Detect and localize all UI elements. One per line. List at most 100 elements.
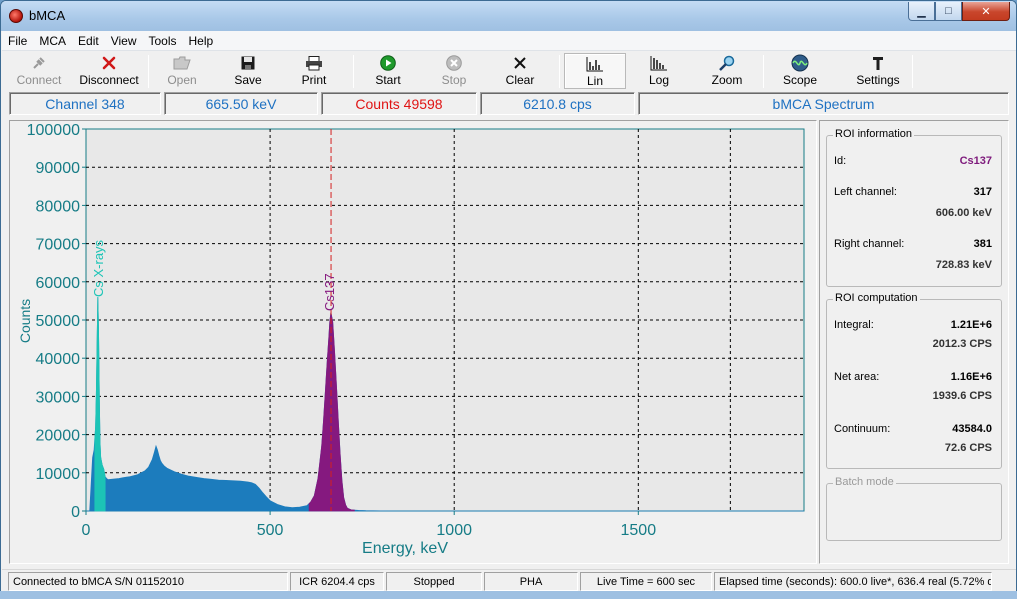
continuum-value: 43584.0 bbox=[952, 423, 992, 435]
y-axis-label: Counts bbox=[17, 299, 33, 343]
continuum-cps: 72.6 CPS bbox=[944, 442, 992, 454]
settings-label: Settings bbox=[856, 73, 900, 87]
stop-icon bbox=[446, 54, 462, 72]
clear-button[interactable]: Clear bbox=[496, 53, 544, 89]
window-bottom-frame bbox=[0, 591, 1017, 599]
counts-readout: Counts 49598 bbox=[321, 92, 477, 115]
x-tick-label: 1500 bbox=[621, 522, 657, 539]
y-tick-label: 40000 bbox=[36, 351, 81, 368]
peak-annotation: Cs X-rays bbox=[91, 239, 106, 297]
energy-readout: 665.50 keV bbox=[164, 92, 318, 115]
settings-button[interactable]: Settings bbox=[848, 53, 908, 89]
toolbar-separator bbox=[559, 55, 560, 88]
left-channel-value: 317 bbox=[973, 186, 992, 198]
oscilloscope-icon bbox=[791, 54, 809, 72]
save-button[interactable]: Save bbox=[224, 53, 272, 89]
toolbar-separator bbox=[148, 55, 149, 88]
elapsed-time-status: Elapsed time (seconds): 600.0 live*, 636… bbox=[714, 572, 992, 591]
y-tick-label: 80000 bbox=[36, 198, 81, 215]
roi-computation-title: ROI computation bbox=[833, 292, 920, 304]
disconnect-label: Disconnect bbox=[79, 73, 139, 87]
lin-scale-button[interactable]: Lin bbox=[564, 53, 626, 89]
y-tick-label: 10000 bbox=[36, 466, 81, 483]
print-label: Print bbox=[301, 73, 327, 87]
roi-information-title: ROI information bbox=[833, 128, 915, 140]
disconnect-button[interactable]: Disconnect bbox=[74, 53, 144, 89]
plot-background bbox=[85, 128, 805, 512]
continuum-label: Continuum: bbox=[834, 423, 891, 435]
app-window: bMCA ▁ □ ✕ File MCA Edit View Tools Help… bbox=[0, 0, 1017, 599]
start-button[interactable]: Start bbox=[364, 53, 412, 89]
print-button[interactable]: Print bbox=[290, 53, 338, 89]
scope-label: Scope bbox=[782, 73, 818, 87]
right-channel-label: Right channel: bbox=[834, 238, 905, 250]
icr-status: ICR 6204.4 cps bbox=[290, 572, 384, 591]
y-tick-label: 0 bbox=[71, 504, 80, 521]
magnifier-icon bbox=[718, 54, 736, 72]
channel-readout: Channel 348 bbox=[9, 92, 161, 115]
connect-button[interactable]: Connect bbox=[10, 53, 68, 89]
run-state-status: Stopped bbox=[386, 572, 482, 591]
wrench-icon bbox=[870, 54, 886, 72]
roi-side-panel: ROI information Id: Cs137 Left channel: … bbox=[819, 120, 1009, 564]
plug-icon bbox=[31, 54, 47, 72]
integral-value: 1.21E+6 bbox=[950, 319, 992, 331]
menu-bar: File MCA Edit View Tools Help bbox=[2, 31, 1016, 51]
floppy-disk-icon bbox=[241, 54, 255, 72]
log-label: Log bbox=[648, 73, 670, 87]
toolbar: Connect Disconnect Open Save Print Start… bbox=[2, 52, 1016, 90]
menu-file[interactable]: File bbox=[2, 34, 33, 48]
menu-view[interactable]: View bbox=[105, 34, 143, 48]
batch-mode-group: Batch mode bbox=[826, 476, 1002, 541]
toolbar-separator bbox=[763, 55, 764, 88]
connection-status: Connected to bMCA S/N 01152010 bbox=[8, 572, 288, 591]
menu-mca[interactable]: MCA bbox=[33, 34, 72, 48]
integral-label: Integral: bbox=[834, 319, 874, 331]
y-tick-label: 30000 bbox=[36, 389, 81, 406]
open-button[interactable]: Open bbox=[158, 53, 206, 89]
app-icon[interactable] bbox=[9, 9, 23, 23]
folder-icon bbox=[173, 54, 191, 72]
menu-tools[interactable]: Tools bbox=[143, 34, 183, 48]
log-scale-button[interactable]: Log bbox=[634, 53, 684, 89]
status-bar: Connected to bMCA S/N 01152010 ICR 6204.… bbox=[2, 569, 1016, 591]
x-tick-label: 500 bbox=[257, 522, 284, 539]
printer-icon bbox=[305, 54, 323, 72]
net-area-value: 1.16E+6 bbox=[950, 371, 992, 383]
roi-id-value: Cs137 bbox=[959, 155, 992, 167]
lin-label: Lin bbox=[586, 74, 603, 88]
y-tick-label: 20000 bbox=[36, 428, 81, 445]
zoom-button[interactable]: Zoom bbox=[702, 53, 752, 89]
scope-button[interactable]: Scope bbox=[774, 53, 826, 89]
y-tick-label: 90000 bbox=[36, 160, 81, 177]
integral-cps: 2012.3 CPS bbox=[932, 338, 992, 350]
mode-status: PHA bbox=[484, 572, 578, 591]
peak-annotation: Cs137 bbox=[322, 273, 337, 311]
start-label: Start bbox=[375, 73, 401, 87]
net-area-cps: 1939.6 CPS bbox=[932, 390, 992, 402]
zoom-label: Zoom bbox=[711, 73, 743, 87]
title-bar[interactable]: bMCA ▁ □ ✕ bbox=[1, 1, 1016, 31]
net-area-label: Net area: bbox=[834, 371, 880, 383]
roi-computation-group: ROI computation Integral: 1.21E+6 2012.3… bbox=[826, 292, 1002, 469]
y-tick-label: 100000 bbox=[27, 122, 80, 139]
menu-help[interactable]: Help bbox=[183, 34, 220, 48]
y-tick-label: 70000 bbox=[36, 237, 81, 254]
right-channel-energy: 728.83 keV bbox=[935, 259, 992, 271]
log-chart-icon bbox=[650, 54, 668, 72]
connect-label: Connect bbox=[16, 73, 62, 87]
x-tick-label: 1000 bbox=[436, 522, 472, 539]
stop-label: Stop bbox=[441, 73, 467, 87]
x-axis-label: Energy, keV bbox=[362, 540, 448, 557]
menu-edit[interactable]: Edit bbox=[72, 34, 105, 48]
toolbar-separator bbox=[353, 55, 354, 88]
minimize-button[interactable]: ▁ bbox=[908, 2, 935, 21]
linear-chart-icon bbox=[586, 55, 604, 73]
x-tick-label: 0 bbox=[82, 522, 91, 539]
maximize-button[interactable]: □ bbox=[935, 2, 962, 21]
spectrum-plot[interactable]: Cs X-rays Cs13701000020000300004000050000… bbox=[10, 121, 816, 563]
close-button[interactable]: ✕ bbox=[962, 2, 1010, 21]
clear-label: Clear bbox=[505, 73, 535, 87]
stop-button[interactable]: Stop bbox=[430, 53, 478, 89]
spectrum-chart[interactable]: Cs X-rays Cs137 0 10000 20000 30000 40000 50000… bbox=[9, 120, 817, 564]
